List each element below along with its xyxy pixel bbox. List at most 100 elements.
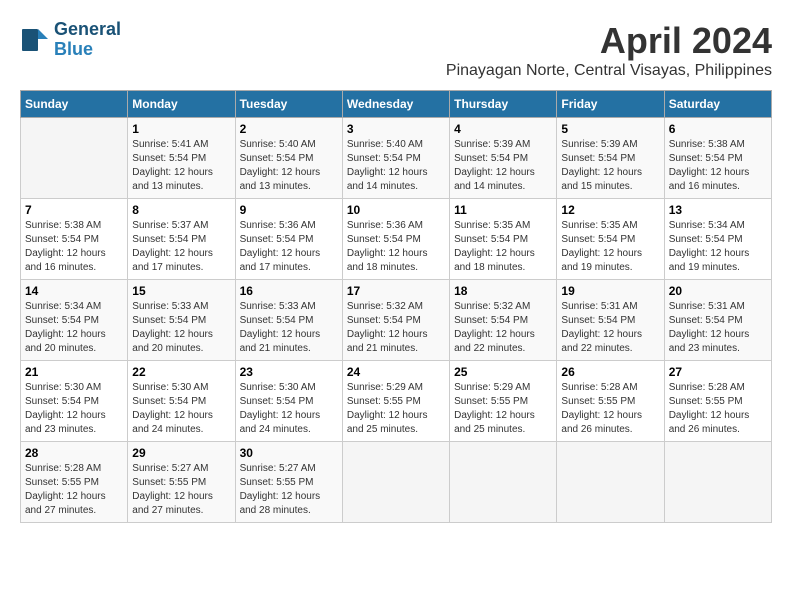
day-info: Sunrise: 5:41 AM Sunset: 5:54 PM Dayligh… xyxy=(132,138,230,194)
day-number: 12 xyxy=(561,203,659,217)
day-info: Sunrise: 5:30 AM Sunset: 5:54 PM Dayligh… xyxy=(240,381,338,437)
calendar-cell: 6 Sunrise: 5:38 AM Sunset: 5:54 PM Daylig… xyxy=(664,118,771,199)
day-info: Sunrise: 5:32 AM Sunset: 5:54 PM Dayligh… xyxy=(347,300,445,356)
calendar-cell: 28 Sunrise: 5:28 AM Sunset: 5:55 PM Dayli… xyxy=(21,442,128,523)
day-number: 21 xyxy=(25,365,123,379)
calendar-cell: 15 Sunrise: 5:33 AM Sunset: 5:54 PM Dayli… xyxy=(128,280,235,361)
calendar-cell: 24Sunrise: 5:29 AM Sunset: 5:55 PM Dayli… xyxy=(342,361,449,442)
calendar-cell: 29 Sunrise: 5:27 AM Sunset: 5:55 PM Dayli… xyxy=(128,442,235,523)
calendar-cell: 18 Sunrise: 5:32 AM Sunset: 5:54 PM Dayli… xyxy=(450,280,557,361)
weekday-header: Wednesday xyxy=(342,91,449,118)
day-number: 16 xyxy=(240,284,338,298)
day-info: Sunrise: 5:29 AM Sunset: 5:55 PM Dayligh… xyxy=(454,381,552,437)
day-info: Sunrise: 5:38 AM Sunset: 5:54 PM Dayligh… xyxy=(25,219,123,275)
day-number: 3 xyxy=(347,122,445,136)
day-number: 1 xyxy=(132,122,230,136)
calendar-cell: 21 Sunrise: 5:30 AM Sunset: 5:54 PM Dayli… xyxy=(21,361,128,442)
day-info: Sunrise: 5:35 AM Sunset: 5:54 PM Dayligh… xyxy=(561,219,659,275)
day-info: Sunrise: 5:39 AM Sunset: 5:54 PM Dayligh… xyxy=(454,138,552,194)
calendar-cell: 23 Sunrise: 5:30 AM Sunset: 5:54 PM Dayli… xyxy=(235,361,342,442)
calendar-cell: 2 Sunrise: 5:40 AM Sunset: 5:54 PM Daylig… xyxy=(235,118,342,199)
calendar-cell: 11Sunrise: 5:35 AM Sunset: 5:54 PM Dayli… xyxy=(450,199,557,280)
day-info: Sunrise: 5:34 AM Sunset: 5:54 PM Dayligh… xyxy=(669,219,767,275)
calendar-cell: 26Sunrise: 5:28 AM Sunset: 5:55 PM Dayli… xyxy=(557,361,664,442)
calendar-cell: 13 Sunrise: 5:34 AM Sunset: 5:54 PM Dayli… xyxy=(664,199,771,280)
calendar-cell: 20 Sunrise: 5:31 AM Sunset: 5:54 PM Dayli… xyxy=(664,280,771,361)
day-info: Sunrise: 5:33 AM Sunset: 5:54 PM Dayligh… xyxy=(132,300,230,356)
day-info: Sunrise: 5:39 AM Sunset: 5:54 PM Dayligh… xyxy=(561,138,659,194)
weekday-header: Friday xyxy=(557,91,664,118)
logo-text-general: General xyxy=(54,20,121,40)
day-number: 23 xyxy=(240,365,338,379)
day-number: 5 xyxy=(561,122,659,136)
day-info: Sunrise: 5:28 AM Sunset: 5:55 PM Dayligh… xyxy=(669,381,767,437)
day-number: 18 xyxy=(454,284,552,298)
calendar-cell: 16 Sunrise: 5:33 AM Sunset: 5:54 PM Dayli… xyxy=(235,280,342,361)
day-info: Sunrise: 5:35 AM Sunset: 5:54 PM Dayligh… xyxy=(454,219,552,275)
calendar-table: SundayMondayTuesdayWednesdayThursdayFrid… xyxy=(20,90,772,523)
day-info: Sunrise: 5:37 AM Sunset: 5:54 PM Dayligh… xyxy=(132,219,230,275)
day-info: Sunrise: 5:28 AM Sunset: 5:55 PM Dayligh… xyxy=(25,462,123,518)
day-info: Sunrise: 5:31 AM Sunset: 5:54 PM Dayligh… xyxy=(669,300,767,356)
calendar-cell: 12 Sunrise: 5:35 AM Sunset: 5:54 PM Dayli… xyxy=(557,199,664,280)
weekday-header: Thursday xyxy=(450,91,557,118)
calendar-week-row: 7 Sunrise: 5:38 AM Sunset: 5:54 PM Daylig… xyxy=(21,199,772,280)
day-number: 29 xyxy=(132,446,230,460)
day-number: 30 xyxy=(240,446,338,460)
calendar-cell: 3 Sunrise: 5:40 AM Sunset: 5:54 PM Daylig… xyxy=(342,118,449,199)
day-number: 2 xyxy=(240,122,338,136)
day-info: Sunrise: 5:32 AM Sunset: 5:54 PM Dayligh… xyxy=(454,300,552,356)
calendar-cell xyxy=(557,442,664,523)
calendar-cell: 8 Sunrise: 5:37 AM Sunset: 5:54 PM Daylig… xyxy=(128,199,235,280)
day-number: 8 xyxy=(132,203,230,217)
calendar-week-row: 14 Sunrise: 5:34 AM Sunset: 5:54 PM Dayli… xyxy=(21,280,772,361)
weekday-header: Tuesday xyxy=(235,91,342,118)
day-number: 10 xyxy=(347,203,445,217)
day-info: Sunrise: 5:40 AM Sunset: 5:54 PM Dayligh… xyxy=(347,138,445,194)
day-number: 27 xyxy=(669,365,767,379)
day-info: Sunrise: 5:30 AM Sunset: 5:54 PM Dayligh… xyxy=(25,381,123,437)
calendar-week-row: 21 Sunrise: 5:30 AM Sunset: 5:54 PM Dayli… xyxy=(21,361,772,442)
location-title: Pinayagan Norte, Central Visayas, Philip… xyxy=(20,62,772,80)
logo-text-blue: Blue xyxy=(54,40,121,60)
day-info: Sunrise: 5:30 AM Sunset: 5:54 PM Dayligh… xyxy=(132,381,230,437)
calendar-cell: 4 Sunrise: 5:39 AM Sunset: 5:54 PM Daylig… xyxy=(450,118,557,199)
day-number: 20 xyxy=(669,284,767,298)
day-info: Sunrise: 5:40 AM Sunset: 5:54 PM Dayligh… xyxy=(240,138,338,194)
day-info: Sunrise: 5:31 AM Sunset: 5:54 PM Dayligh… xyxy=(561,300,659,356)
day-number: 17 xyxy=(347,284,445,298)
day-number: 28 xyxy=(25,446,123,460)
day-number: 22 xyxy=(132,365,230,379)
calendar-cell: 1 Sunrise: 5:41 AM Sunset: 5:54 PM Daylig… xyxy=(128,118,235,199)
calendar-cell xyxy=(21,118,128,199)
header-section: April 2024 Pinayagan Norte, Central Visa… xyxy=(20,20,772,80)
calendar-cell xyxy=(450,442,557,523)
day-number: 26 xyxy=(561,365,659,379)
calendar-cell: 7 Sunrise: 5:38 AM Sunset: 5:54 PM Daylig… xyxy=(21,199,128,280)
day-number: 14 xyxy=(25,284,123,298)
day-number: 25 xyxy=(454,365,552,379)
day-number: 6 xyxy=(669,122,767,136)
day-number: 9 xyxy=(240,203,338,217)
calendar-week-row: 1 Sunrise: 5:41 AM Sunset: 5:54 PM Daylig… xyxy=(21,118,772,199)
day-info: Sunrise: 5:34 AM Sunset: 5:54 PM Dayligh… xyxy=(25,300,123,356)
calendar-cell: 19 Sunrise: 5:31 AM Sunset: 5:54 PM Dayli… xyxy=(557,280,664,361)
day-number: 4 xyxy=(454,122,552,136)
day-info: Sunrise: 5:38 AM Sunset: 5:54 PM Dayligh… xyxy=(669,138,767,194)
day-info: Sunrise: 5:36 AM Sunset: 5:54 PM Dayligh… xyxy=(240,219,338,275)
calendar-cell: 22 Sunrise: 5:30 AM Sunset: 5:54 PM Dayli… xyxy=(128,361,235,442)
day-number: 7 xyxy=(25,203,123,217)
weekday-header: Saturday xyxy=(664,91,771,118)
day-info: Sunrise: 5:27 AM Sunset: 5:55 PM Dayligh… xyxy=(132,462,230,518)
weekday-header: Sunday xyxy=(21,91,128,118)
day-number: 19 xyxy=(561,284,659,298)
calendar-week-row: 28 Sunrise: 5:28 AM Sunset: 5:55 PM Dayli… xyxy=(21,442,772,523)
day-number: 15 xyxy=(132,284,230,298)
calendar-cell: 30 Sunrise: 5:27 AM Sunset: 5:55 PM Dayli… xyxy=(235,442,342,523)
day-number: 13 xyxy=(669,203,767,217)
calendar-cell xyxy=(664,442,771,523)
calendar-cell: 14 Sunrise: 5:34 AM Sunset: 5:54 PM Dayli… xyxy=(21,280,128,361)
day-info: Sunrise: 5:27 AM Sunset: 5:55 PM Dayligh… xyxy=(240,462,338,518)
logo: General Blue xyxy=(20,20,121,60)
day-info: Sunrise: 5:33 AM Sunset: 5:54 PM Dayligh… xyxy=(240,300,338,356)
